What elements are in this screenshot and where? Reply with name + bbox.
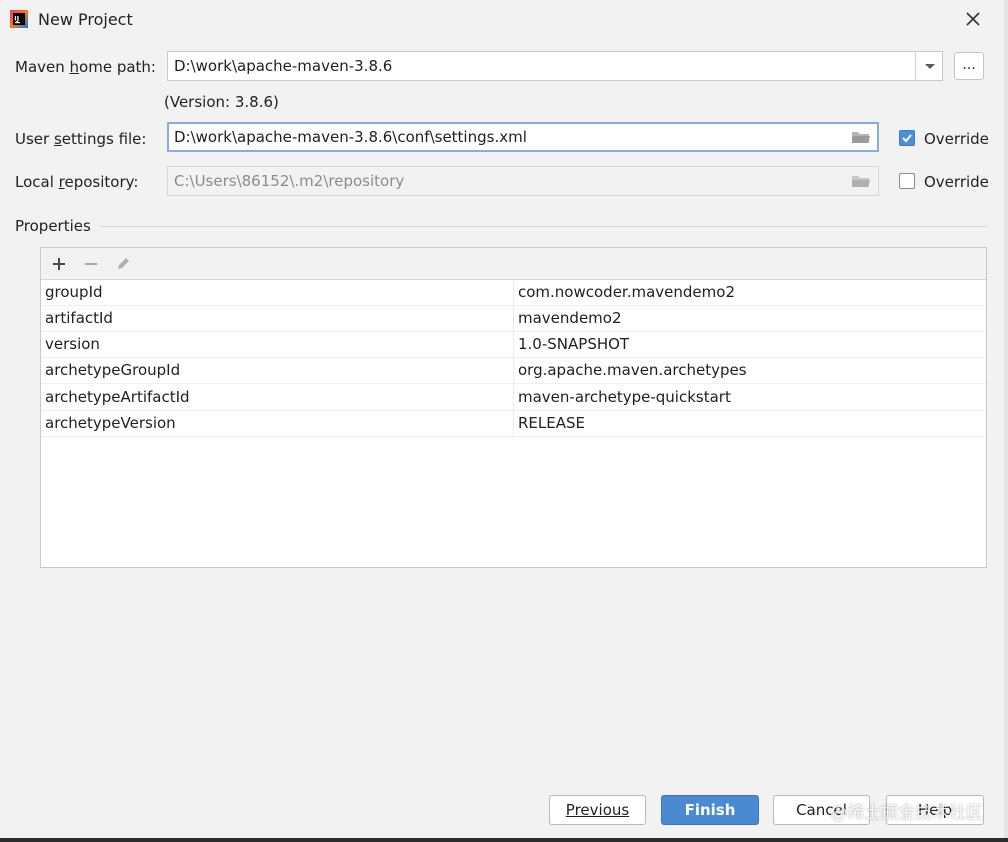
- properties-table: groupId com.nowcoder.mavendemo2 artifact…: [40, 247, 987, 568]
- window-edge: [1004, 0, 1008, 838]
- pencil-icon[interactable]: [113, 254, 133, 274]
- user-settings-label: User settings file:: [15, 130, 146, 148]
- plus-icon[interactable]: [49, 254, 69, 274]
- chevron-down-icon: [925, 64, 935, 69]
- title-bar: IJ New Project: [0, 0, 1008, 40]
- label-text: Local: [15, 173, 59, 191]
- local-repository-override-label[interactable]: Override: [924, 173, 989, 191]
- user-settings-override-label[interactable]: Override: [924, 130, 989, 148]
- section-divider: [100, 226, 987, 227]
- close-icon[interactable]: [960, 8, 986, 32]
- property-key: artifactId: [45, 309, 113, 327]
- property-key: archetypeGroupId: [45, 361, 181, 379]
- label-text: epository:: [64, 173, 139, 191]
- label-mnemonic: s: [53, 130, 62, 148]
- local-repository-value: C:\Users\86152\.m2\repository: [174, 172, 405, 190]
- maven-home-dropdown[interactable]: [915, 52, 942, 80]
- table-row[interactable]: archetypeArtifactId maven-archetype-quic…: [41, 385, 986, 411]
- user-settings-override-checkbox[interactable]: [899, 130, 915, 146]
- property-key: archetypeArtifactId: [45, 388, 190, 406]
- label-mnemonic: h: [69, 58, 80, 76]
- maven-home-value: D:\work\apache-maven-3.8.6: [174, 57, 393, 75]
- property-value[interactable]: maven-archetype-quickstart: [518, 385, 984, 410]
- label-text: Maven: [15, 58, 70, 76]
- property-value[interactable]: 1.0-SNAPSHOT: [518, 332, 984, 357]
- previous-button[interactable]: Previous: [549, 795, 646, 825]
- maven-version-text: (Version: 3.8.6): [164, 93, 279, 111]
- label-text: ome path:: [79, 58, 156, 76]
- maven-home-label: Maven home path:: [15, 58, 156, 76]
- svg-text:IJ: IJ: [14, 15, 19, 23]
- user-settings-value: D:\work\apache-maven-3.8.6\conf\settings…: [174, 128, 527, 146]
- property-value[interactable]: org.apache.maven.archetypes: [518, 358, 984, 383]
- window-title: New Project: [38, 10, 133, 29]
- property-key: groupId: [45, 283, 103, 301]
- maven-home-combobox[interactable]: D:\work\apache-maven-3.8.6: [167, 51, 943, 81]
- table-row[interactable]: groupId com.nowcoder.mavendemo2: [41, 280, 986, 306]
- checkmark-icon: [902, 134, 912, 143]
- property-value[interactable]: com.nowcoder.mavendemo2: [518, 280, 984, 305]
- intellij-idea-icon: IJ: [10, 10, 28, 28]
- finish-button[interactable]: Finish: [661, 795, 759, 825]
- table-row[interactable]: version 1.0-SNAPSHOT: [41, 332, 986, 358]
- maven-home-browse-button[interactable]: ...: [954, 52, 984, 80]
- properties-section-label: Properties: [15, 217, 91, 235]
- watermark: @稀土掘金技术社区: [830, 803, 983, 823]
- property-value[interactable]: mavendemo2: [518, 306, 984, 331]
- local-repository-input: C:\Users\86152\.m2\repository: [167, 166, 879, 196]
- property-value[interactable]: RELEASE: [518, 411, 984, 436]
- folder-icon[interactable]: [850, 128, 872, 146]
- properties-toolbar: [41, 248, 986, 280]
- local-repository-override-checkbox[interactable]: [899, 173, 915, 189]
- table-row[interactable]: artifactId mavendemo2: [41, 306, 986, 332]
- property-key: version: [45, 335, 100, 353]
- folder-icon: [852, 176, 870, 187]
- table-row[interactable]: archetypeGroupId org.apache.maven.archet…: [41, 358, 986, 384]
- minus-icon[interactable]: [81, 254, 101, 274]
- finish-label: Finish: [684, 801, 736, 819]
- user-settings-input[interactable]: D:\work\apache-maven-3.8.6\conf\settings…: [167, 122, 879, 152]
- property-key: archetypeVersion: [45, 414, 176, 432]
- window-edge: [0, 838, 1008, 842]
- label-text: User: [15, 130, 54, 148]
- browse-label: ...: [962, 57, 976, 73]
- local-repository-label: Local repository:: [15, 173, 138, 191]
- table-row[interactable]: archetypeVersion RELEASE: [41, 411, 986, 437]
- label-text: ettings file:: [61, 130, 147, 148]
- previous-label: Previous: [565, 801, 630, 819]
